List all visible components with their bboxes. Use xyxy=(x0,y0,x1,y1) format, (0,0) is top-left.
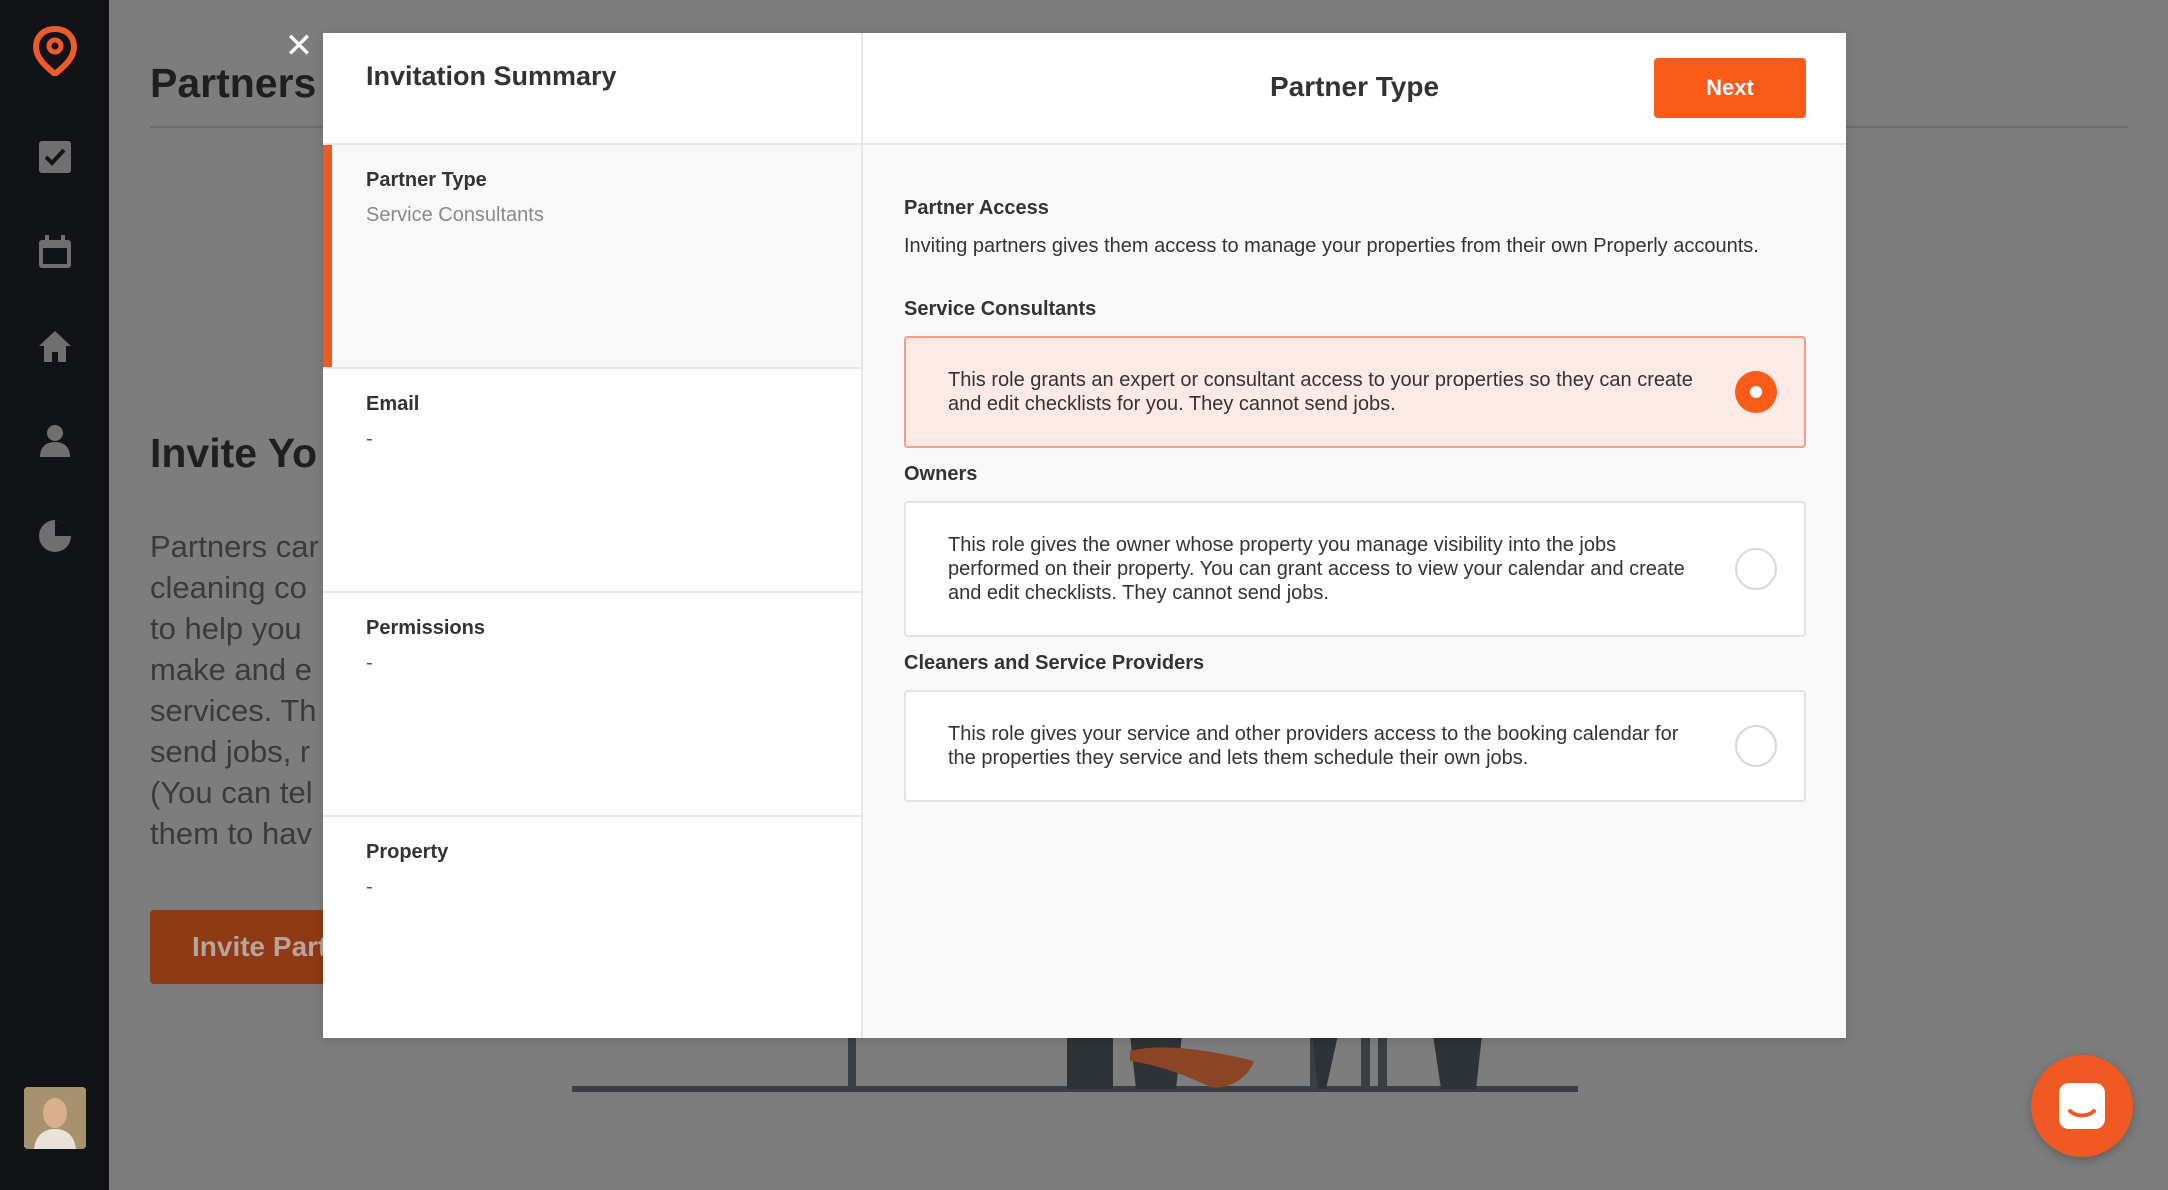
radio-service-consultants[interactable] xyxy=(1735,371,1777,413)
sidebar xyxy=(0,0,109,1190)
location-pin-logo-icon[interactable] xyxy=(32,26,78,76)
summary-value: Service Consultants xyxy=(366,204,544,226)
panel-header: Partner Type Next xyxy=(863,33,1846,145)
close-icon[interactable]: ✕ xyxy=(283,29,315,63)
chat-launcher-button[interactable] xyxy=(2031,1055,2133,1157)
calendar-icon[interactable] xyxy=(36,233,74,271)
option-cleaners-service-providers[interactable]: This role gives your service and other p… xyxy=(904,690,1806,802)
summary-section-permissions[interactable]: Permissions - xyxy=(323,593,861,817)
summary-label: Property xyxy=(366,841,449,863)
option-description: This role gives your service and other p… xyxy=(948,723,1679,769)
group-title-service-consultants: Service Consultants xyxy=(904,298,1097,320)
partner-type-panel: Partner Type Next Partner Access Invitin… xyxy=(863,33,1846,1038)
invitation-summary-panel: Invitation Summary Partner Type Service … xyxy=(323,33,863,1038)
summary-label: Email xyxy=(366,393,420,415)
summary-label: Permissions xyxy=(366,617,485,639)
radio-owners[interactable] xyxy=(1735,548,1777,590)
group-title-cleaners: Cleaners and Service Providers xyxy=(904,652,1205,674)
next-button[interactable]: Next xyxy=(1654,58,1806,118)
option-service-consultants[interactable]: This role grants an expert or consultant… xyxy=(904,336,1806,448)
option-owners[interactable]: This role gives the owner whose property… xyxy=(904,501,1806,637)
summary-title: Invitation Summary xyxy=(323,33,861,145)
page-title: Partners xyxy=(150,60,317,106)
home-icon[interactable] xyxy=(36,328,74,366)
summary-value: - xyxy=(366,876,373,898)
panel-body: Partner Access Inviting partners gives t… xyxy=(863,197,1846,802)
partner-access-description: Inviting partners gives them access to m… xyxy=(904,235,1759,257)
checkbox-icon[interactable] xyxy=(36,138,74,176)
avatar-portrait-icon xyxy=(24,1087,86,1149)
avatar[interactable] xyxy=(24,1087,86,1149)
summary-section-property[interactable]: Property - xyxy=(323,817,861,1041)
summary-label: Partner Type xyxy=(366,169,487,191)
user-icon[interactable] xyxy=(36,422,74,460)
summary-section-email[interactable]: Email - xyxy=(323,369,861,593)
group-title-owners: Owners xyxy=(904,463,978,485)
invitation-modal: Invitation Summary Partner Type Service … xyxy=(323,33,1846,1038)
pie-chart-icon[interactable] xyxy=(36,517,74,555)
summary-value: - xyxy=(366,652,373,674)
illustration xyxy=(572,1035,1578,1092)
option-description: This role gives the owner whose property… xyxy=(948,534,1685,604)
chat-icon xyxy=(2059,1083,2105,1129)
option-description: This role grants an expert or consultant… xyxy=(948,369,1693,415)
summary-value: - xyxy=(366,428,373,450)
radio-cleaners[interactable] xyxy=(1735,725,1777,767)
summary-section-partner-type[interactable]: Partner Type Service Consultants xyxy=(323,145,861,369)
section-heading: Invite Yo xyxy=(150,430,318,476)
partner-access-title: Partner Access xyxy=(904,197,1049,219)
